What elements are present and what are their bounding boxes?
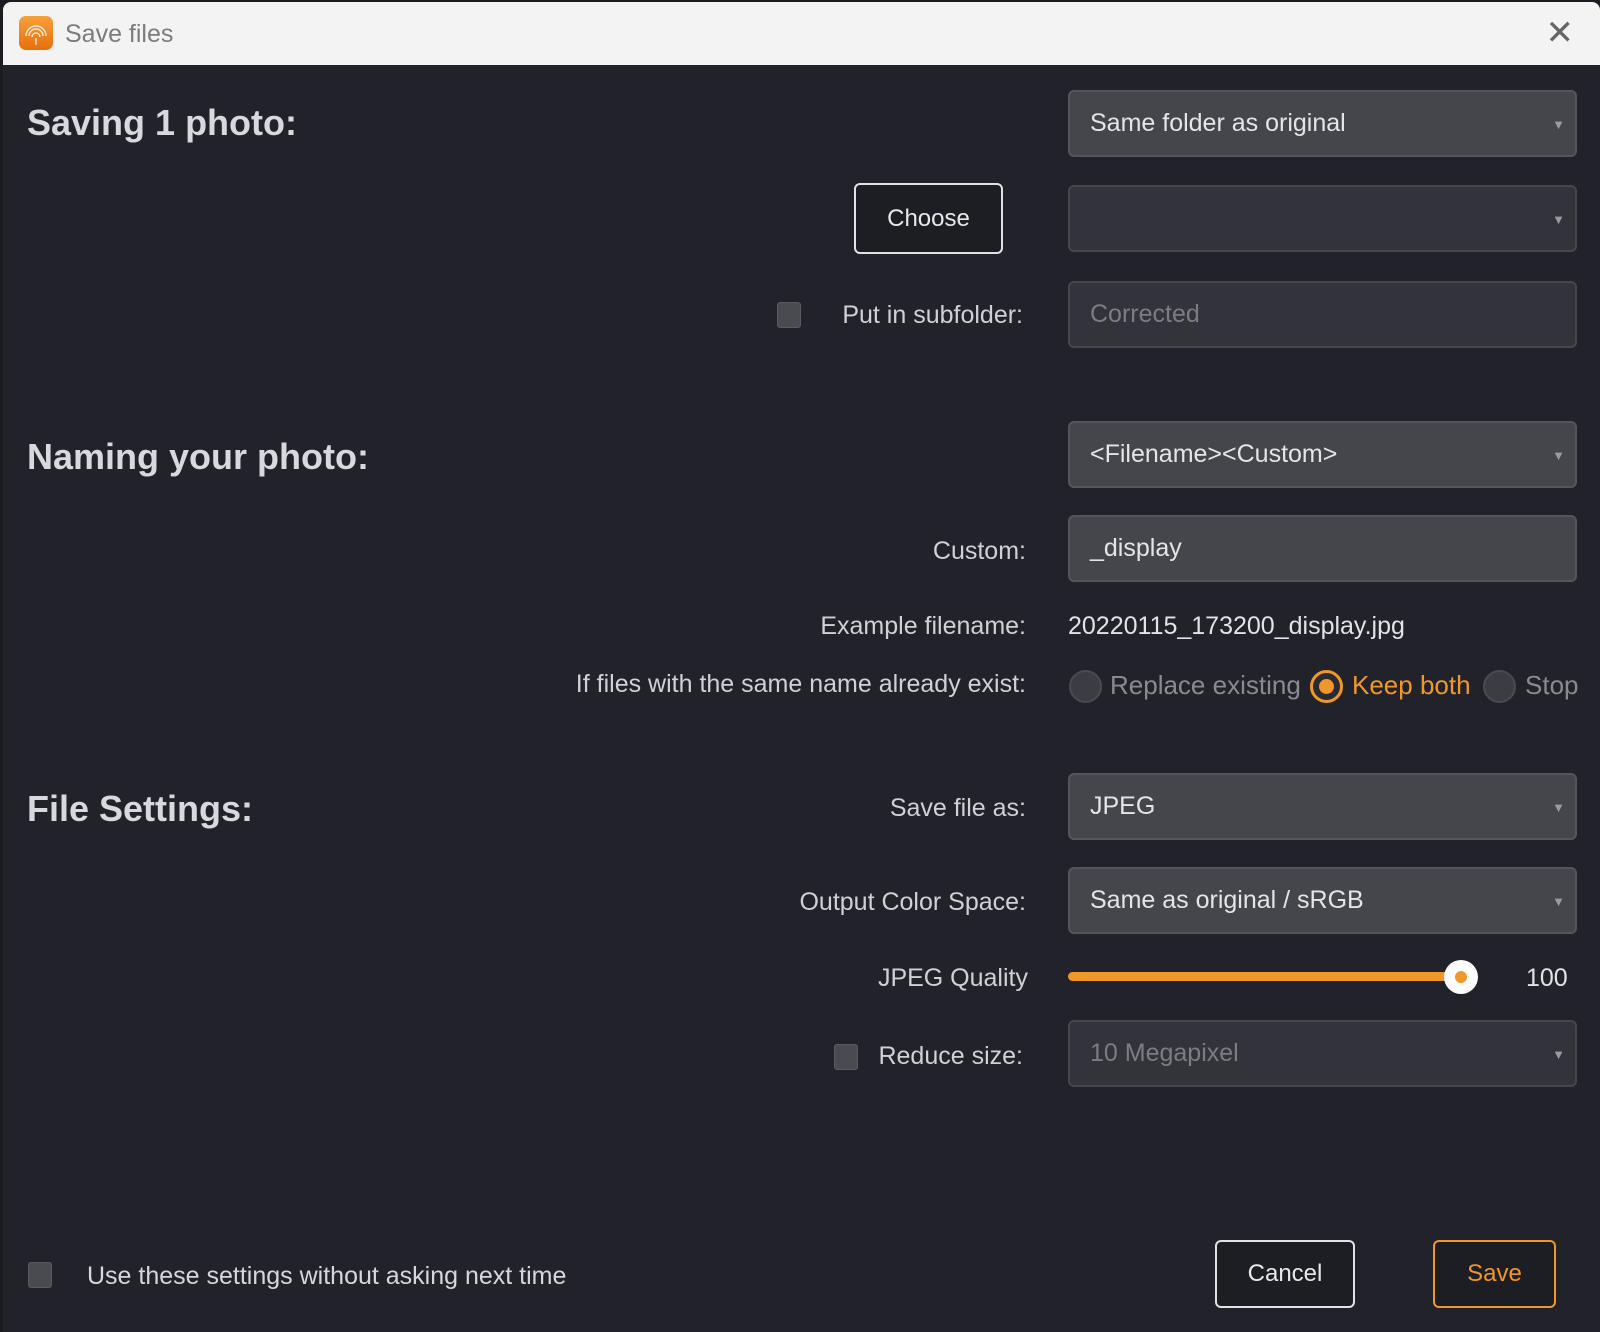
format-label: Save file as:: [889, 794, 1026, 822]
folder-dropdown[interactable]: ▼: [1068, 185, 1577, 252]
example-label: Example filename:: [820, 612, 1026, 640]
choose-button[interactable]: Choose: [854, 183, 1003, 254]
format-value: JPEG: [1090, 792, 1156, 820]
remember-settings-label: Use these settings without asking next t…: [87, 1262, 567, 1290]
example-filename: 20220115_173200_display.jpg: [1068, 612, 1405, 640]
reduce-size-label: Reduce size:: [878, 1042, 1023, 1070]
radio-stop-label[interactable]: Stop: [1525, 670, 1579, 701]
saving-heading: Saving 1 photo:: [27, 102, 297, 143]
radio-replace-existing[interactable]: [1069, 670, 1102, 703]
chevron-down-icon: ▼: [1552, 800, 1565, 815]
window-title: Save files: [65, 20, 174, 48]
subfolder-label: Put in subfolder:: [842, 301, 1023, 329]
custom-label: Custom:: [932, 537, 1026, 565]
custom-input[interactable]: _display: [1068, 515, 1577, 582]
reduce-size-checkbox[interactable]: [834, 1044, 858, 1070]
reduce-size-value: 10 Megapixel: [1090, 1039, 1239, 1067]
chevron-down-icon: ▼: [1552, 448, 1565, 463]
colorspace-value: Same as original / sRGB: [1090, 886, 1364, 914]
naming-pattern-value: <Filename><Custom>: [1090, 440, 1338, 468]
subfolder-checkbox[interactable]: [777, 302, 801, 328]
conflict-label: If files with the same name already exis…: [575, 670, 1026, 698]
chevron-down-icon: ▼: [1552, 212, 1565, 227]
quality-value: 100: [1526, 964, 1568, 992]
naming-heading: Naming your photo:: [27, 436, 369, 477]
file-settings-heading: File Settings:: [27, 788, 254, 829]
colorspace-label: Output Color Space:: [799, 888, 1026, 916]
close-icon[interactable]: ✕: [1546, 16, 1575, 50]
quality-slider-handle[interactable]: [1444, 960, 1478, 994]
custom-value: _display: [1090, 534, 1182, 562]
radio-keep-both[interactable]: [1310, 670, 1343, 703]
radio-replace-label[interactable]: Replace existing: [1110, 670, 1301, 701]
chevron-down-icon: ▼: [1552, 117, 1565, 132]
cancel-button[interactable]: Cancel: [1215, 1240, 1355, 1308]
subfolder-value: Corrected: [1090, 300, 1200, 328]
chevron-down-icon: ▼: [1552, 1047, 1565, 1062]
radio-stop[interactable]: [1483, 670, 1516, 703]
colorspace-dropdown[interactable]: Same as original / sRGB ▼: [1068, 867, 1577, 934]
app-logo-icon: [19, 16, 53, 50]
chevron-down-icon: ▼: [1552, 894, 1565, 909]
title-bar: Save files ✕: [3, 2, 1600, 65]
format-dropdown[interactable]: JPEG ▼: [1068, 773, 1577, 840]
save-location-value: Same folder as original: [1090, 109, 1346, 137]
radio-keep-both-label[interactable]: Keep both: [1352, 670, 1471, 701]
save-files-dialog: Save files ✕ Saving 1 photo: Same folder…: [3, 2, 1600, 1332]
save-button[interactable]: Save: [1433, 1240, 1556, 1308]
remember-settings-checkbox[interactable]: [28, 1262, 52, 1288]
quality-label: JPEG Quality: [877, 964, 1028, 992]
naming-pattern-dropdown[interactable]: <Filename><Custom> ▼: [1068, 421, 1577, 488]
reduce-size-dropdown[interactable]: 10 Megapixel ▼: [1068, 1020, 1577, 1087]
save-location-dropdown[interactable]: Same folder as original ▼: [1068, 90, 1577, 157]
quality-slider-track[interactable]: [1068, 972, 1464, 981]
subfolder-input[interactable]: Corrected: [1068, 281, 1577, 348]
